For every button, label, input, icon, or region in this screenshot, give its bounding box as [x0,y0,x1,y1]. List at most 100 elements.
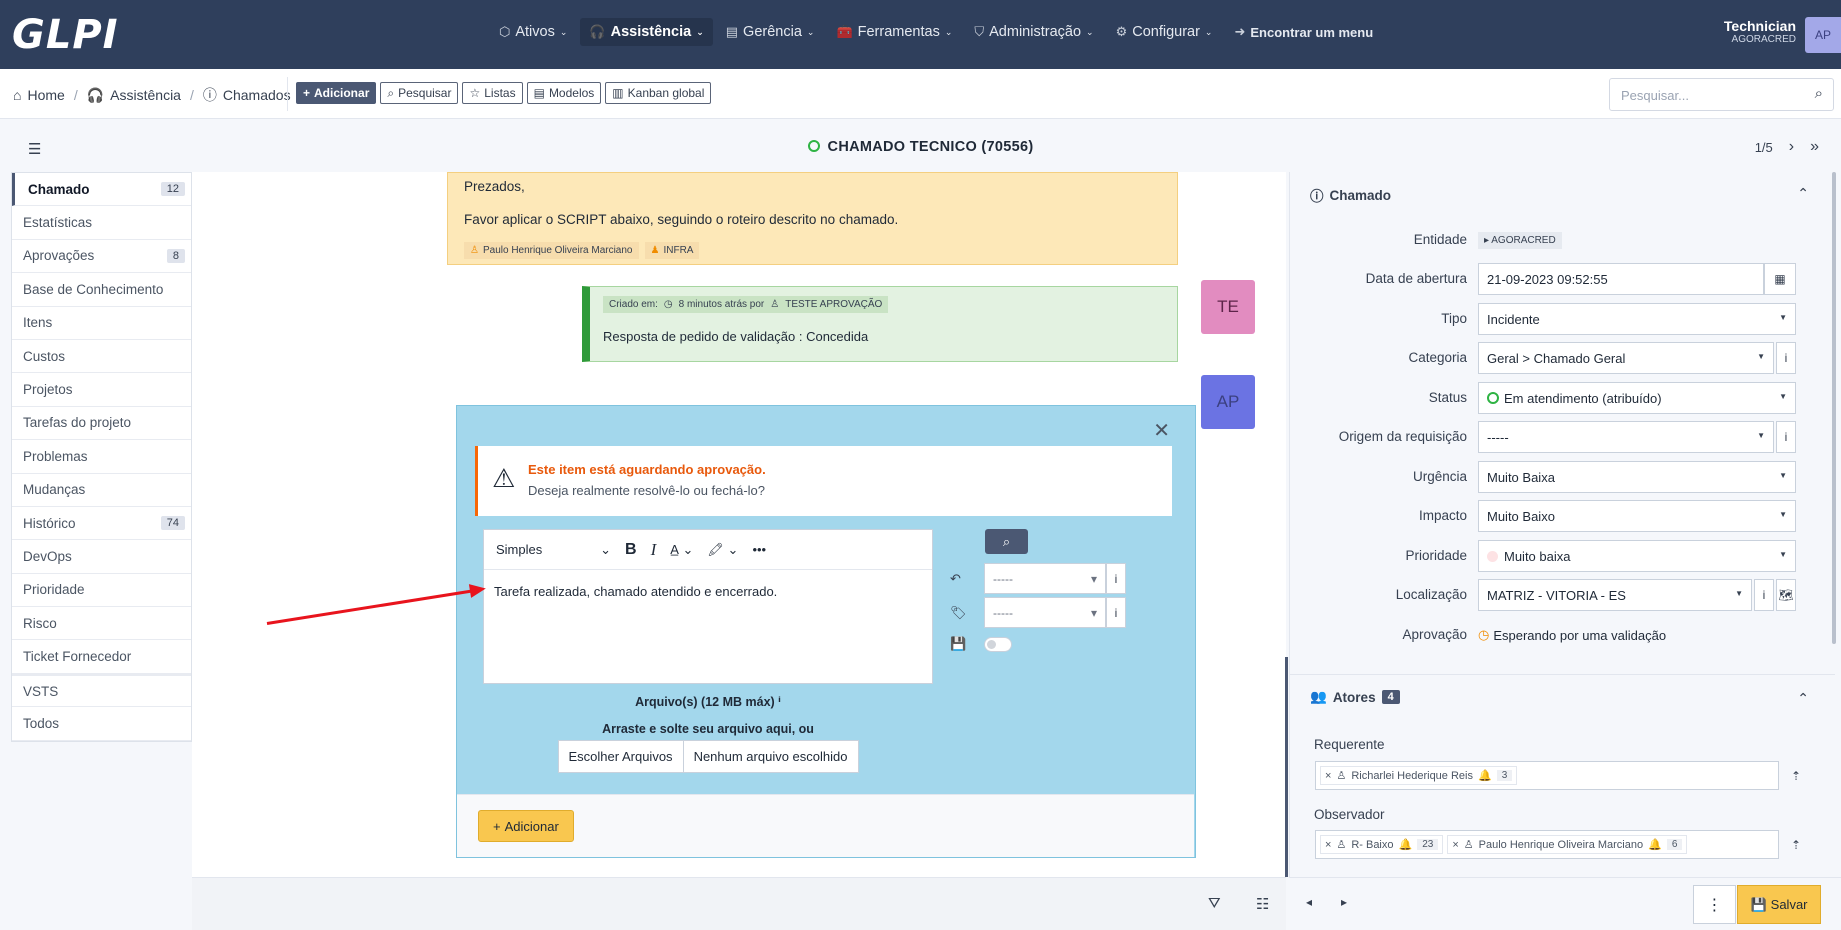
assign-me-icon[interactable]: ⇡ [1791,769,1801,783]
more-actions-button[interactable]: ⋮ [1693,885,1736,924]
tab-problemas[interactable]: Problemas [12,440,191,474]
field-label: Categoria [1408,350,1467,365]
last-icon[interactable]: » [1810,138,1819,156]
opening-date-input[interactable]: 21-09-2023 09:52:55 [1478,263,1764,295]
italic-button[interactable]: I [651,540,657,560]
tab-base-conhecimento[interactable]: Base de Conhecimento [12,273,191,307]
map-icon[interactable]: 🗺 [1776,579,1796,611]
tab-todos[interactable]: Todos [12,707,191,741]
solution-template-select[interactable]: ----- ▾ [984,563,1106,594]
impact-select[interactable]: Muito Baixo ▼ [1478,500,1796,532]
checklist-icon[interactable]: ☷ [1256,895,1269,913]
calendar-icon[interactable]: ▦ [1764,263,1796,295]
tab-ticket-fornecedor[interactable]: Ticket Fornecedor [12,640,191,674]
tab-devops[interactable]: DevOps [12,540,191,574]
caret-down-icon: ▼ [1779,510,1787,519]
tab-custos[interactable]: Custos [12,340,191,374]
menu-administracao[interactable]: ⛉ Administração ⌄ [965,18,1102,46]
more-icon[interactable]: ••• [752,542,766,557]
menu-ferramentas[interactable]: 🧰 Ferramentas ⌄ [827,18,961,46]
caret-left-icon[interactable]: ◂ [1306,895,1312,909]
tab-estatisticas[interactable]: Estatísticas [12,206,191,240]
urgency-select[interactable]: Muito Baixa ▼ [1478,461,1796,493]
text-color-button[interactable]: A̲ ⌄ [670,542,693,558]
highlight-button[interactable]: 🖍 ⌄ [707,542,738,558]
priority-select[interactable]: Muito baixa ▼ [1478,540,1796,572]
tab-historico[interactable]: Histórico 74 [12,507,191,541]
entity-value[interactable]: ▸ AGORACRED [1478,229,1562,251]
solution-type-select[interactable]: ----- ▾ [984,597,1106,628]
section-chamado[interactable]: ⓘ Chamado [1310,185,1391,205]
kanban-button[interactable]: ▥ Kanban global [605,82,712,104]
rich-text-editor[interactable]: Simples ⌄ B I A̲ ⌄ 🖍 ⌄ ••• Tarefa realiza… [483,529,933,684]
breadcrumb-chamados[interactable]: Chamados [223,87,291,103]
menu-label: Gerência [743,24,802,40]
tab-risco[interactable]: Risco [12,607,191,641]
glpi-logo[interactable]: GLPI [12,12,119,58]
tab-vsts[interactable]: VSTS [12,673,191,708]
lists-button[interactable]: ☆ Listas [462,82,523,104]
field-status: Status Em atendimento (atribuído) ▼ [1290,382,1800,414]
info-icon[interactable]: i [1776,421,1796,453]
group-tag[interactable]: ♟ INFRA [644,242,700,259]
close-icon[interactable]: ✕ [1153,418,1170,443]
save-button[interactable]: 💾 Salvar [1737,885,1821,924]
actor-count: 6 [1666,839,1683,850]
search-solution-button[interactable]: ⌕ [985,529,1028,554]
format-select[interactable]: Simples ⌄ [496,542,611,558]
section-atores[interactable]: 👥 Atores 4 [1310,689,1400,705]
breadcrumb-home[interactable]: Home [27,87,64,103]
chevron-up-icon[interactable]: ⌃ [1797,690,1809,707]
menu-gerencia[interactable]: ▤ Gerência ⌄ [717,18,824,46]
remove-icon[interactable]: × [1452,839,1458,851]
status-select[interactable]: Em atendimento (atribuído) ▼ [1478,382,1796,414]
find-menu-button[interactable]: ➜ Encontrar um menu [1225,18,1382,46]
tab-mudancas[interactable]: Mudanças [12,474,191,507]
menu-assistencia[interactable]: 🎧 Assistência ⌄ [580,18,713,46]
caret-right-icon[interactable]: ▸ [1341,895,1347,909]
location-select[interactable]: MATRIZ - VITORIA - ES ▼ [1478,579,1752,611]
remove-icon[interactable]: × [1325,839,1331,851]
next-icon[interactable]: › [1789,138,1794,156]
templates-button[interactable]: ▤ Modelos [526,82,602,104]
save-to-kb-toggle[interactable] [984,636,1012,652]
tab-prioridade[interactable]: Prioridade [12,574,191,608]
origin-select[interactable]: ----- ▼ [1478,421,1774,453]
tab-projetos[interactable]: Projetos [12,373,191,407]
timeline-scrollbar[interactable] [1285,657,1288,877]
bold-button[interactable]: B [625,541,637,559]
menu-ativos[interactable]: ⬡ Ativos ⌄ [490,18,576,46]
entity-chip: ▸ AGORACRED [1478,231,1562,249]
category-select[interactable]: Geral > Chamado Geral ▼ [1478,342,1774,374]
add-solution-button[interactable]: + Adicionar [478,810,574,842]
tab-tarefas-projeto[interactable]: Tarefas do projeto [12,407,191,441]
tab-aprovacoes[interactable]: Aprovações 8 [12,240,191,274]
info-icon[interactable]: i [1776,342,1796,374]
info-icon[interactable]: i [1754,579,1774,611]
details-scrollbar[interactable] [1832,172,1836,644]
solution-content[interactable]: Tarefa realizada, chamado atendido e enc… [484,570,932,613]
requester-field[interactable]: × ♙ Richarlei Hederique Reis 🔔 3 [1315,761,1779,790]
filter-icon[interactable]: ⛛ [1208,895,1221,912]
tab-itens[interactable]: Itens [12,307,191,340]
type-select[interactable]: Incidente ▼ [1478,303,1796,335]
file-input[interactable]: Escolher Arquivos Nenhum arquivo escolhid… [557,740,859,773]
breadcrumb-assistencia[interactable]: Assistência [110,87,181,103]
choose-files-button[interactable]: Escolher Arquivos [559,741,683,772]
info-icon[interactable]: i [1106,597,1126,628]
chevron-up-icon[interactable]: ⌃ [1797,185,1809,202]
assign-me-icon[interactable]: ⇡ [1791,838,1801,852]
add-button[interactable]: + Adicionar [296,82,377,104]
file-upload: Arquivo(s) (12 MB máx) ⁱ Arraste e solte… [483,694,933,773]
search-button[interactable]: ⌕ Pesquisar [380,82,459,104]
menu-configurar[interactable]: ⚙ Configurar ⌄ [1107,18,1222,46]
user-avatar[interactable]: AP [1805,17,1841,53]
observer-field[interactable]: × ♙ R- Baixo 🔔 23 × ♙ Paulo Henrique Oliveira … [1315,830,1779,859]
author-tag[interactable]: ♙ Paulo Henrique Oliveira Marciano [464,242,639,259]
global-search-input[interactable]: Pesquisar... ⌕ [1609,78,1834,111]
search-icon[interactable]: ⌕ [1815,85,1823,102]
user-menu[interactable]: Technician AGORACRED [1724,18,1796,45]
remove-icon[interactable]: × [1325,770,1331,782]
info-icon[interactable]: i [1106,563,1126,594]
tab-chamado[interactable]: Chamado 12 [12,173,191,207]
